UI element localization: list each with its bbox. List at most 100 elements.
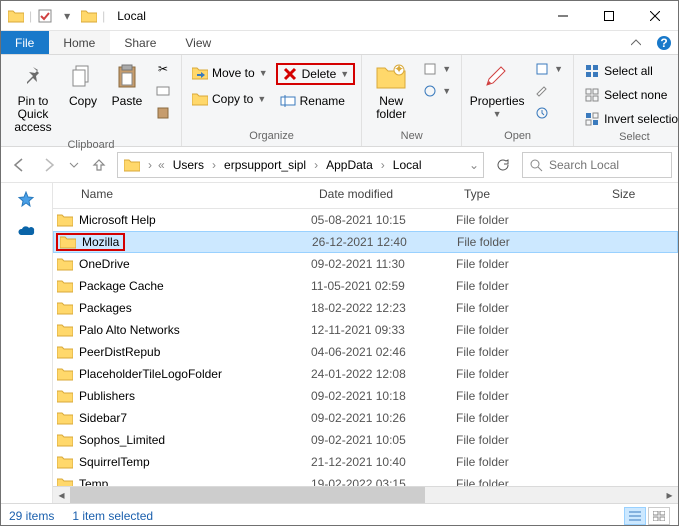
- search-box[interactable]: [522, 152, 672, 178]
- ribbon-tabs: File Home Share View ?: [1, 31, 678, 55]
- crumb-appdata[interactable]: AppData: [322, 158, 377, 172]
- chevron-right-icon[interactable]: ›: [379, 158, 387, 172]
- edit-button[interactable]: [530, 81, 567, 101]
- table-row[interactable]: Mozilla26-12-2021 12:40File folder: [53, 231, 678, 253]
- qat-separator: |: [102, 9, 105, 23]
- window-title: Local: [111, 9, 540, 23]
- properties-button[interactable]: Properties ▼: [468, 59, 526, 122]
- forward-button[interactable]: [37, 153, 61, 177]
- pin-to-quick-access-button[interactable]: Pin to Quick access: [7, 59, 59, 137]
- delete-button[interactable]: Delete▼: [276, 63, 356, 85]
- quick-access-icon[interactable]: [17, 191, 37, 211]
- cell-name: Mozilla: [58, 233, 312, 251]
- table-row[interactable]: OneDrive09-02-2021 11:30File folder: [53, 253, 678, 275]
- new-item-button[interactable]: ▼: [418, 59, 455, 79]
- qat-dropdown-icon[interactable]: ▾: [58, 7, 76, 25]
- cell-type: File folder: [456, 213, 604, 227]
- copy-to-button[interactable]: Copy to▼: [188, 89, 272, 109]
- folder-icon: [80, 7, 98, 25]
- cell-type: File folder: [456, 301, 604, 315]
- cell-name: Sidebar7: [57, 411, 311, 425]
- recent-dropdown[interactable]: [67, 153, 81, 177]
- table-row[interactable]: Package Cache11-05-2021 02:59File folder: [53, 275, 678, 297]
- select-all-button[interactable]: Select all: [580, 61, 679, 81]
- minimize-button[interactable]: [540, 1, 586, 31]
- file-name: Mozilla: [82, 235, 119, 249]
- onedrive-icon[interactable]: [17, 225, 37, 245]
- chevron-right-icon[interactable]: ›: [210, 158, 218, 172]
- column-date[interactable]: Date modified: [311, 183, 456, 208]
- tab-file[interactable]: File: [1, 31, 49, 54]
- copy-button[interactable]: Copy: [63, 59, 103, 110]
- crumb-local[interactable]: Local: [389, 158, 426, 172]
- table-row[interactable]: Publishers09-02-2021 10:18File folder: [53, 385, 678, 407]
- table-row[interactable]: Sophos_Limited09-02-2021 10:05File folde…: [53, 429, 678, 451]
- moveto-icon: [192, 65, 208, 81]
- paste-button[interactable]: Paste: [107, 59, 147, 110]
- table-row[interactable]: Sidebar709-02-2021 10:26File folder: [53, 407, 678, 429]
- tab-view[interactable]: View: [171, 31, 226, 54]
- table-row[interactable]: Palo Alto Networks12-11-2021 09:33File f…: [53, 319, 678, 341]
- table-row[interactable]: Microsoft Help05-08-2021 10:15File folde…: [53, 209, 678, 231]
- crumb-users[interactable]: Users: [169, 158, 208, 172]
- file-name: OneDrive: [79, 257, 130, 271]
- table-row[interactable]: Temp19-02-2022 03:15File folder: [53, 473, 678, 486]
- select-none-button[interactable]: Select none: [580, 85, 679, 105]
- ribbon-collapse-button[interactable]: [622, 31, 650, 54]
- column-type[interactable]: Type: [456, 183, 604, 208]
- column-size[interactable]: Size: [604, 183, 678, 208]
- tab-home[interactable]: Home: [49, 31, 110, 54]
- move-to-button[interactable]: Move to▼: [188, 63, 272, 83]
- table-row[interactable]: PlaceholderTileLogoFolder24-01-2022 12:0…: [53, 363, 678, 385]
- cell-type: File folder: [457, 235, 605, 249]
- group-open: Properties ▼ ▼ Open: [462, 55, 574, 146]
- scroll-right[interactable]: ▸: [661, 487, 678, 504]
- help-icon[interactable]: ?: [650, 31, 678, 54]
- new-folder-button[interactable]: ✦ New folder: [368, 59, 414, 123]
- cut-button[interactable]: ✂: [151, 59, 175, 79]
- chevron-right-icon[interactable]: ›: [312, 158, 320, 172]
- table-row[interactable]: Packages18-02-2022 12:23File folder: [53, 297, 678, 319]
- column-name[interactable]: Name: [53, 183, 311, 208]
- search-input[interactable]: [549, 158, 679, 172]
- chevron-right-icon[interactable]: ›: [146, 158, 154, 172]
- scroll-left[interactable]: ◂: [53, 487, 70, 504]
- details-view-button[interactable]: [624, 507, 646, 525]
- crumb-user[interactable]: erpsupport_sipl: [220, 158, 310, 172]
- select-none-icon: [584, 87, 600, 103]
- rename-button[interactable]: Rename: [276, 91, 356, 111]
- scroll-thumb[interactable]: [70, 487, 425, 504]
- checkbox-icon[interactable]: [36, 7, 54, 25]
- chevron-right-icon[interactable]: «: [156, 158, 167, 172]
- tab-share[interactable]: Share: [110, 31, 171, 54]
- up-button[interactable]: [87, 153, 111, 177]
- refresh-button[interactable]: [490, 152, 516, 178]
- group-new: ✦ New folder ▼ ▼ New: [362, 55, 462, 146]
- cell-date: 12-11-2021 09:33: [311, 323, 456, 337]
- back-button[interactable]: [7, 153, 31, 177]
- thumbnails-view-button[interactable]: [648, 507, 670, 525]
- svg-text:?: ?: [660, 36, 667, 50]
- close-button[interactable]: [632, 1, 678, 31]
- history-button[interactable]: [530, 103, 567, 123]
- easy-access-button[interactable]: ▼: [418, 81, 455, 101]
- address-bar[interactable]: › « Users › erpsupport_sipl › AppData › …: [117, 152, 484, 178]
- search-icon: [529, 158, 543, 172]
- maximize-button[interactable]: [586, 1, 632, 31]
- cell-date: 21-12-2021 10:40: [311, 455, 456, 469]
- table-row[interactable]: PeerDistRepub04-06-2021 02:46File folder: [53, 341, 678, 363]
- cell-type: File folder: [456, 411, 604, 425]
- invert-selection-button[interactable]: Invert selection: [580, 109, 679, 129]
- ribbon: Pin to Quick access Copy Paste ✂ Clipboa…: [1, 55, 678, 147]
- copypath-button[interactable]: [151, 81, 175, 101]
- column-headers: Name Date modified Type Size: [53, 183, 678, 209]
- cell-date: 24-01-2022 12:08: [311, 367, 456, 381]
- cell-type: File folder: [456, 455, 604, 469]
- file-name: SquirrelTemp: [79, 455, 150, 469]
- horizontal-scrollbar[interactable]: ◂ ▸: [53, 486, 678, 503]
- paste-shortcut-button[interactable]: [151, 103, 175, 123]
- cell-name: Publishers: [57, 389, 311, 403]
- address-dropdown[interactable]: ⌄: [467, 158, 481, 172]
- table-row[interactable]: SquirrelTemp 21-12-2021 10:40File folder: [53, 451, 678, 473]
- open-button[interactable]: ▼: [530, 59, 567, 79]
